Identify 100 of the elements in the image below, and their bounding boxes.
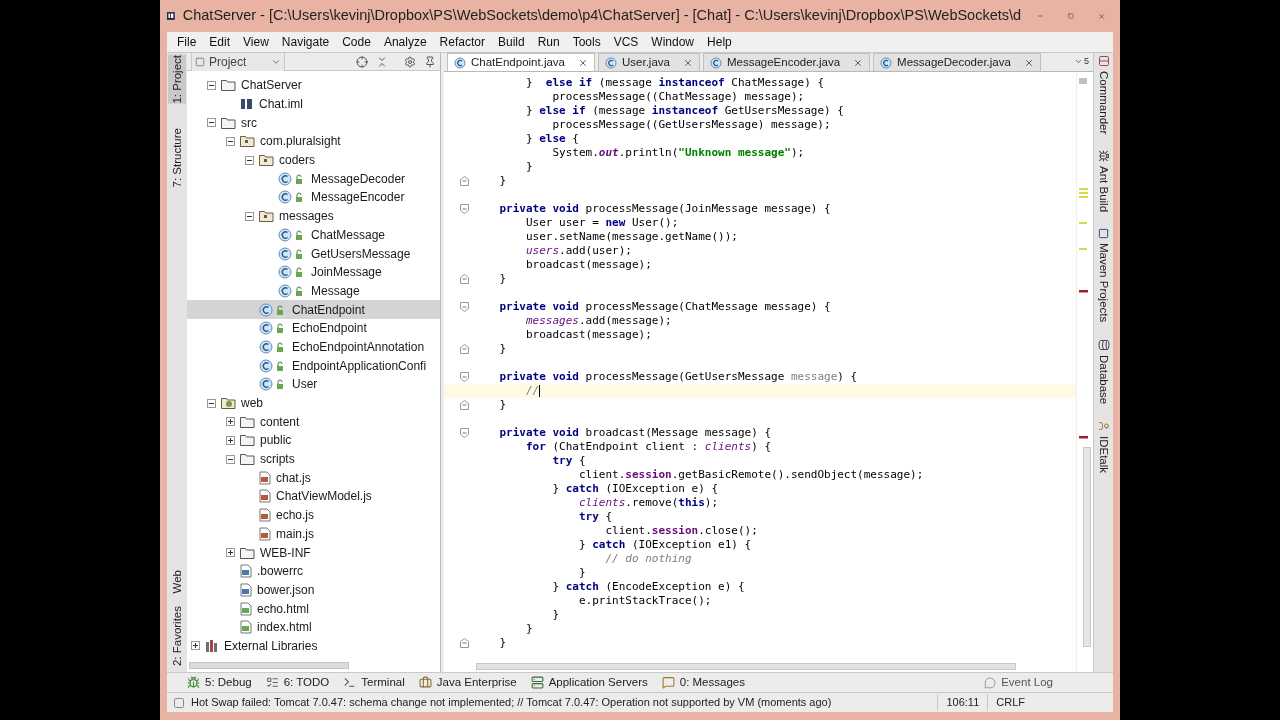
- menu-item[interactable]: File: [177, 33, 197, 51]
- tool-window-tab[interactable]: Ant Build: [1094, 150, 1113, 213]
- tree-item[interactable]: ChatEndpoint: [187, 300, 440, 319]
- collapse-all-icon[interactable]: [376, 55, 388, 68]
- tree-item[interactable]: Message: [187, 281, 440, 301]
- tool-window-button[interactable]: Application Servers: [530, 673, 648, 692]
- fold-marker-icon[interactable]: [460, 302, 469, 312]
- tree-item[interactable]: coders: [187, 150, 440, 170]
- plus-box-icon[interactable]: [191, 641, 200, 651]
- horizontal-scrollbar-thumb[interactable]: [476, 663, 1016, 670]
- caret-position[interactable]: 106:11: [937, 694, 988, 711]
- tree-item[interactable]: index.html: [187, 617, 440, 637]
- tool-window-tab[interactable]: 2: Favorites: [168, 605, 186, 666]
- tree-item[interactable]: JoinMessage: [187, 262, 440, 282]
- tree-item[interactable]: echo.html: [187, 599, 440, 618]
- menu-item[interactable]: Code: [342, 33, 371, 51]
- editor-tab[interactable]: User.java: [598, 53, 700, 71]
- tree-item[interactable]: .bowerrc: [187, 561, 440, 581]
- minus-box-icon[interactable]: [226, 454, 235, 464]
- tree-item[interactable]: echo.js: [187, 505, 440, 525]
- tree-item[interactable]: EndpointApplicationConfi: [187, 356, 440, 375]
- menu-item[interactable]: Tools: [572, 33, 601, 51]
- menu-item[interactable]: Window: [651, 33, 695, 51]
- tree-item[interactable]: web: [187, 393, 440, 413]
- tool-window-button[interactable]: 6: TODO: [265, 673, 330, 692]
- menu-item[interactable]: Help: [707, 33, 732, 51]
- tool-window-tab[interactable]: Maven Projects: [1094, 228, 1113, 323]
- tool-window-tab[interactable]: 1: Project: [168, 55, 186, 104]
- pin-icon[interactable]: [424, 55, 436, 68]
- tree-item[interactable]: messages: [187, 206, 440, 226]
- tree-item[interactable]: EchoEndpoint: [187, 318, 440, 338]
- tool-window-button[interactable]: 0: Messages: [661, 673, 745, 692]
- fold-marker-icon[interactable]: [460, 638, 469, 648]
- tool-window-button[interactable]: Java Enterprise: [418, 673, 517, 692]
- minus-box-icon[interactable]: [207, 398, 216, 408]
- fold-marker-icon[interactable]: [460, 204, 469, 214]
- settings-icon[interactable]: [404, 55, 416, 68]
- tool-window-tab[interactable]: Database: [1094, 338, 1113, 404]
- minus-box-icon[interactable]: [245, 211, 254, 221]
- close-icon[interactable]: [682, 57, 693, 68]
- menu-item[interactable]: Build: [497, 33, 525, 51]
- fold-marker-icon[interactable]: [460, 176, 469, 186]
- horizontal-scrollbar-thumb[interactable]: [189, 662, 349, 669]
- menu-item[interactable]: View: [243, 33, 269, 51]
- minus-box-icon[interactable]: [207, 118, 216, 128]
- tree-item[interactable]: External Libraries: [187, 636, 440, 656]
- event-log-button[interactable]: Event Log: [984, 673, 1053, 692]
- hidden-tabs-count[interactable]: 5: [1084, 54, 1089, 68]
- fold-marker-icon[interactable]: [460, 400, 469, 410]
- tree-item[interactable]: scripts: [187, 449, 440, 469]
- tree-item[interactable]: chat.js: [187, 468, 440, 488]
- fold-marker-icon[interactable]: [460, 274, 469, 284]
- menu-item[interactable]: Edit: [209, 33, 231, 51]
- minus-box-icon[interactable]: [245, 155, 254, 165]
- tree-item[interactable]: content: [187, 412, 440, 432]
- fold-marker-icon[interactable]: [460, 344, 469, 354]
- tool-window-tab[interactable]: 7: Structure: [168, 127, 186, 188]
- tree-item[interactable]: User: [187, 375, 440, 394]
- tree-item[interactable]: EchoEndpointAnnotation: [187, 337, 440, 357]
- tree-item[interactable]: ChatViewModel.js: [187, 487, 440, 506]
- tree-item[interactable]: ChatServer: [187, 76, 440, 95]
- tree-item[interactable]: MessageDecoder: [187, 169, 440, 189]
- tree-item[interactable]: com.pluralsight: [187, 132, 440, 151]
- tool-window-tab[interactable]: Web: [168, 570, 186, 594]
- minus-box-icon[interactable]: [226, 136, 235, 146]
- tree-item[interactable]: src: [187, 113, 440, 133]
- plus-box-icon[interactable]: [226, 417, 235, 427]
- tree-item[interactable]: MessageEncoder: [187, 188, 440, 207]
- menu-item[interactable]: VCS: [613, 33, 639, 51]
- tree-item[interactable]: GetUsersMessage: [187, 244, 440, 263]
- close-icon[interactable]: [578, 57, 588, 68]
- close-icon[interactable]: [1023, 57, 1034, 68]
- line-separator[interactable]: CRLF: [987, 694, 1033, 711]
- minus-box-icon[interactable]: [207, 80, 216, 90]
- menu-item[interactable]: Analyze: [383, 33, 427, 51]
- status-square-icon[interactable]: [173, 696, 185, 709]
- close-icon[interactable]: [853, 57, 864, 68]
- tree-item[interactable]: WEB-INF: [187, 543, 440, 562]
- tree-item[interactable]: bower.json: [187, 580, 440, 600]
- tool-window-button[interactable]: Terminal: [343, 673, 405, 692]
- tool-window-tab[interactable]: Commander: [1094, 55, 1113, 135]
- plus-box-icon[interactable]: [226, 435, 235, 445]
- tree-item[interactable]: Chat.iml: [187, 94, 440, 114]
- fold-marker-icon[interactable]: [460, 372, 469, 382]
- tool-window-button[interactable]: 5: Debug: [187, 673, 252, 692]
- tree-item[interactable]: ChatMessage: [187, 225, 440, 245]
- tool-window-tab[interactable]: IDEtalk: [1094, 419, 1113, 473]
- editor-tab[interactable]: MessageEncoder.java: [702, 53, 871, 71]
- vertical-scrollbar-thumb[interactable]: [1083, 447, 1091, 647]
- view-dropdown[interactable]: Project: [191, 51, 285, 72]
- editor-tab[interactable]: MessageDecoder.java: [873, 53, 1041, 71]
- menu-item[interactable]: Run: [537, 33, 560, 51]
- crosshair-icon[interactable]: [356, 55, 368, 68]
- tree-item[interactable]: public: [187, 431, 440, 450]
- menu-item[interactable]: Navigate: [281, 33, 330, 51]
- plus-box-icon[interactable]: [226, 548, 235, 558]
- editor-tab[interactable]: ChatEndpoint.java: [447, 53, 595, 71]
- menu-item[interactable]: Refactor: [439, 33, 485, 51]
- tree-item[interactable]: main.js: [187, 524, 440, 544]
- fold-marker-icon[interactable]: [460, 428, 469, 438]
